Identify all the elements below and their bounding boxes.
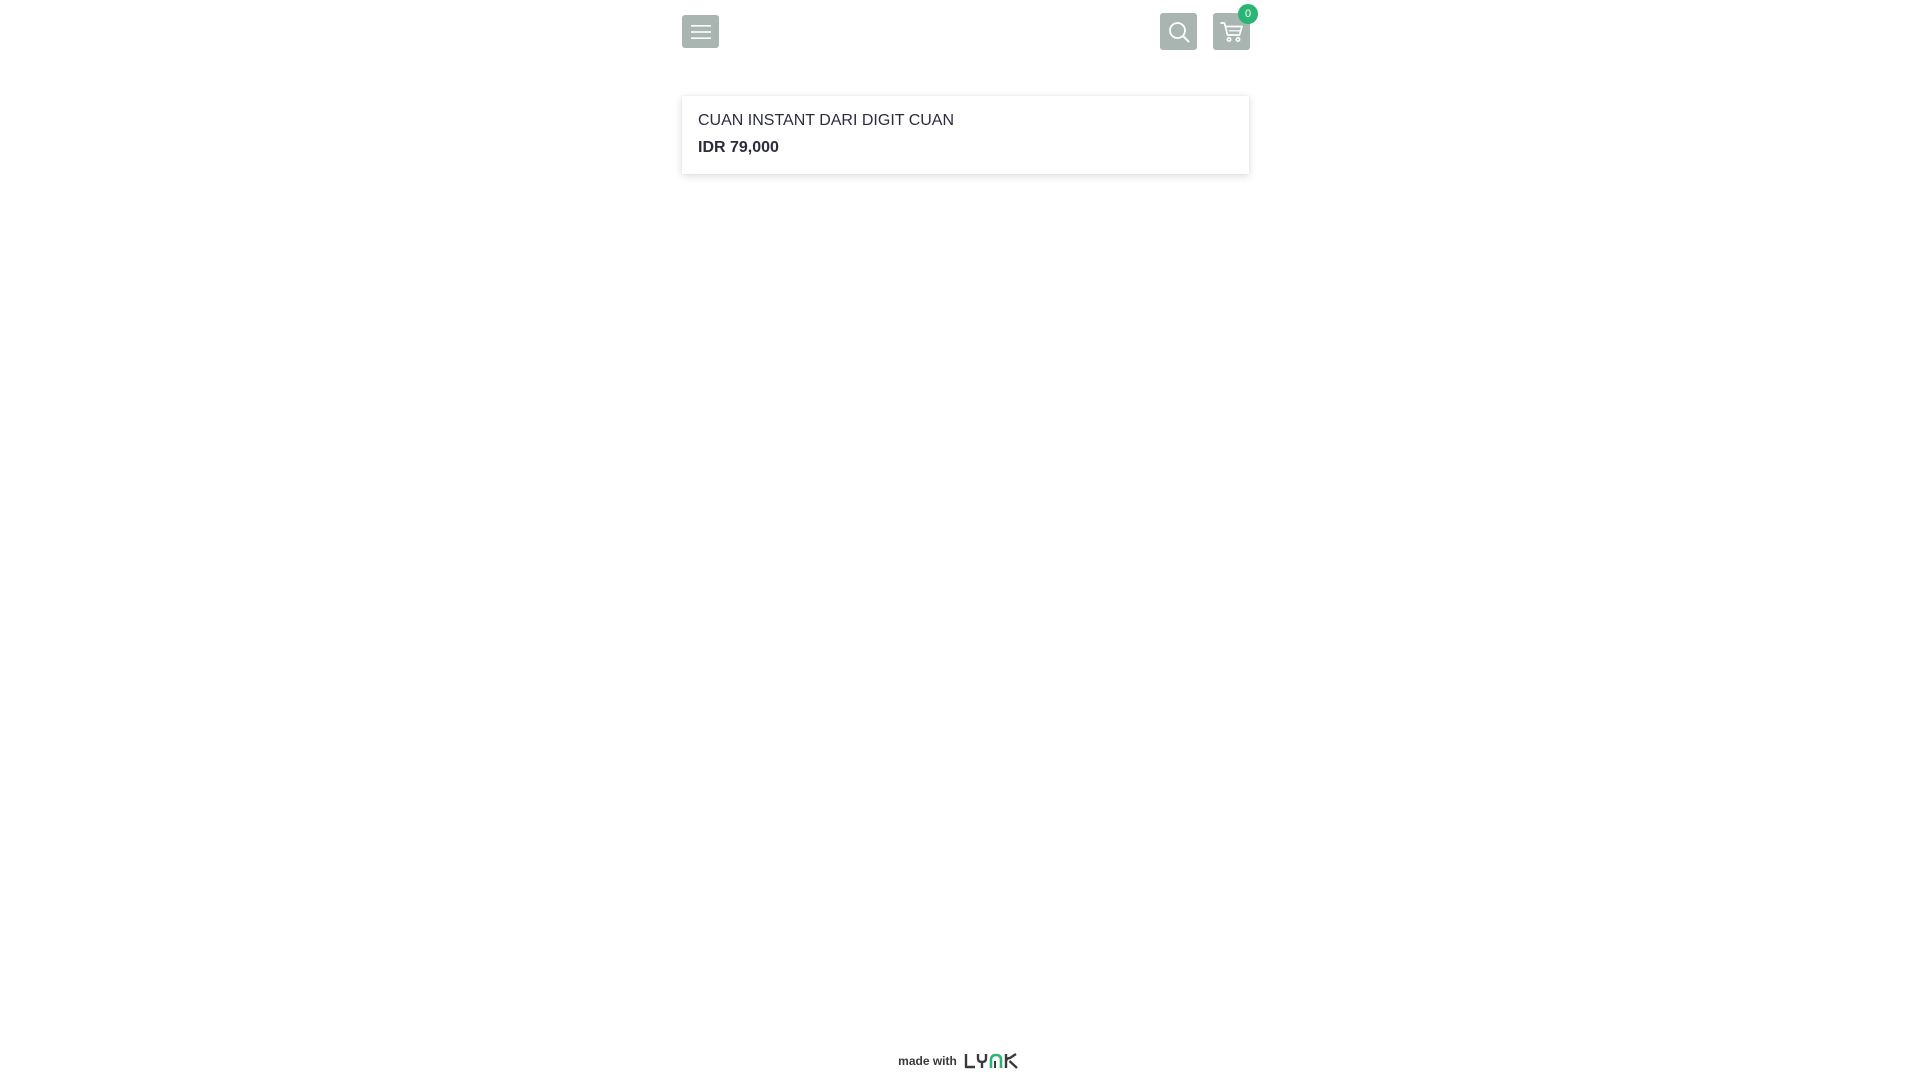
cart-count-badge: 0	[1238, 4, 1258, 24]
product-price: IDR 79,000	[698, 139, 779, 156]
hamburger-menu-icon	[690, 24, 711, 39]
search-button[interactable]	[1160, 13, 1197, 50]
footer: made with	[0, 1049, 1920, 1073]
search-icon	[1168, 21, 1190, 43]
product-title: CUAN INSTANT DARI DIGIT CUAN	[698, 112, 955, 129]
lynk-logo[interactable]	[964, 1053, 1022, 1069]
shopping-cart-icon	[1219, 21, 1244, 43]
menu-button[interactable]	[682, 15, 719, 48]
storefront-page: 0 CUAN INSTANT DARI DIGIT CUAN IDR 79,00…	[0, 0, 1920, 1080]
made-with-text: made with	[898, 1054, 957, 1068]
cart-button[interactable]: 0	[1213, 4, 1258, 50]
product-card[interactable]: CUAN INSTANT DARI DIGIT CUAN IDR 79,000	[682, 96, 1249, 174]
top-bar: 0	[682, 4, 1258, 50]
